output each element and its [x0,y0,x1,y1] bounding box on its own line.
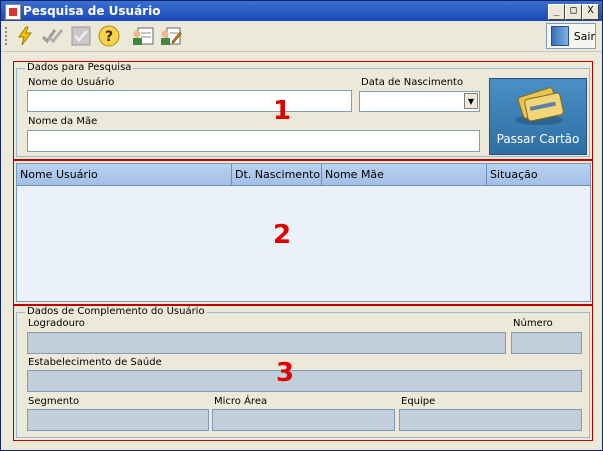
edit-user-icon[interactable] [159,24,183,48]
section-marker-1: 1 [273,96,292,126]
toolbar-grip[interactable] [5,27,9,45]
team-label: Equipe [401,396,436,407]
lightning-icon[interactable] [13,24,37,48]
complement-legend: Dados de Complemento do Usuário [25,306,207,317]
section-marker-3: 3 [276,358,295,388]
birth-date-label: Data de Nascimento [361,77,464,88]
section-marker-2: 2 [273,220,292,250]
number-field [511,332,582,354]
swipe-card-label: Passar Cartão [496,132,580,146]
birth-date-select[interactable]: ▼ [359,91,480,112]
segment-field [27,409,209,431]
user-name-input[interactable] [27,90,352,112]
user-card-icon[interactable] [131,24,155,48]
toolbar: ? Sair [1,21,602,52]
exit-label: Sair [573,29,595,43]
column-header-birth[interactable]: Dt. Nascimento [232,164,322,186]
exit-button[interactable]: Sair [546,23,596,49]
micro-area-field [212,409,395,431]
search-legend: Dados para Pesquisa [25,62,134,73]
user-name-label: Nome do Usuário [28,77,115,88]
exit-door-icon [551,26,569,46]
results-grid[interactable]: Nome Usuário Dt. Nascimento Nome Mãe Sit… [16,163,591,302]
card-reader-icon [515,87,564,125]
column-header-mother[interactable]: Nome Mãe [322,164,487,186]
minimize-button[interactable]: _ [548,4,565,20]
team-field [399,409,582,431]
column-header-name[interactable]: Nome Usuário [17,164,232,186]
window-title: Pesquisa de Usuário [23,4,161,18]
mother-name-input[interactable] [27,130,480,152]
number-label: Número [513,318,553,329]
chevron-down-icon[interactable]: ▼ [464,93,478,109]
health-unit-field [27,370,582,392]
mother-name-label: Nome da Mãe [28,116,98,127]
double-check-icon[interactable] [41,24,65,48]
title-bar[interactable]: Pesquisa de Usuário _ □ X [1,1,602,21]
help-icon[interactable]: ? [97,24,121,48]
check-icon[interactable] [69,24,93,48]
street-field [27,332,506,354]
segment-label: Segmento [28,396,80,407]
micro-area-label: Micro Área [214,396,268,407]
health-unit-label: Estabelecimento de Saúde [28,357,162,368]
svg-text:?: ? [105,29,113,45]
street-label: Logradouro [28,318,85,329]
window: Pesquisa de Usuário _ □ X ? Sair Dados p… [0,0,603,451]
column-header-status[interactable]: Situação [487,164,590,186]
close-button[interactable]: X [582,4,599,20]
maximize-button[interactable]: □ [565,4,582,20]
swipe-card-button[interactable]: Passar Cartão [489,78,587,155]
app-icon [5,4,21,20]
